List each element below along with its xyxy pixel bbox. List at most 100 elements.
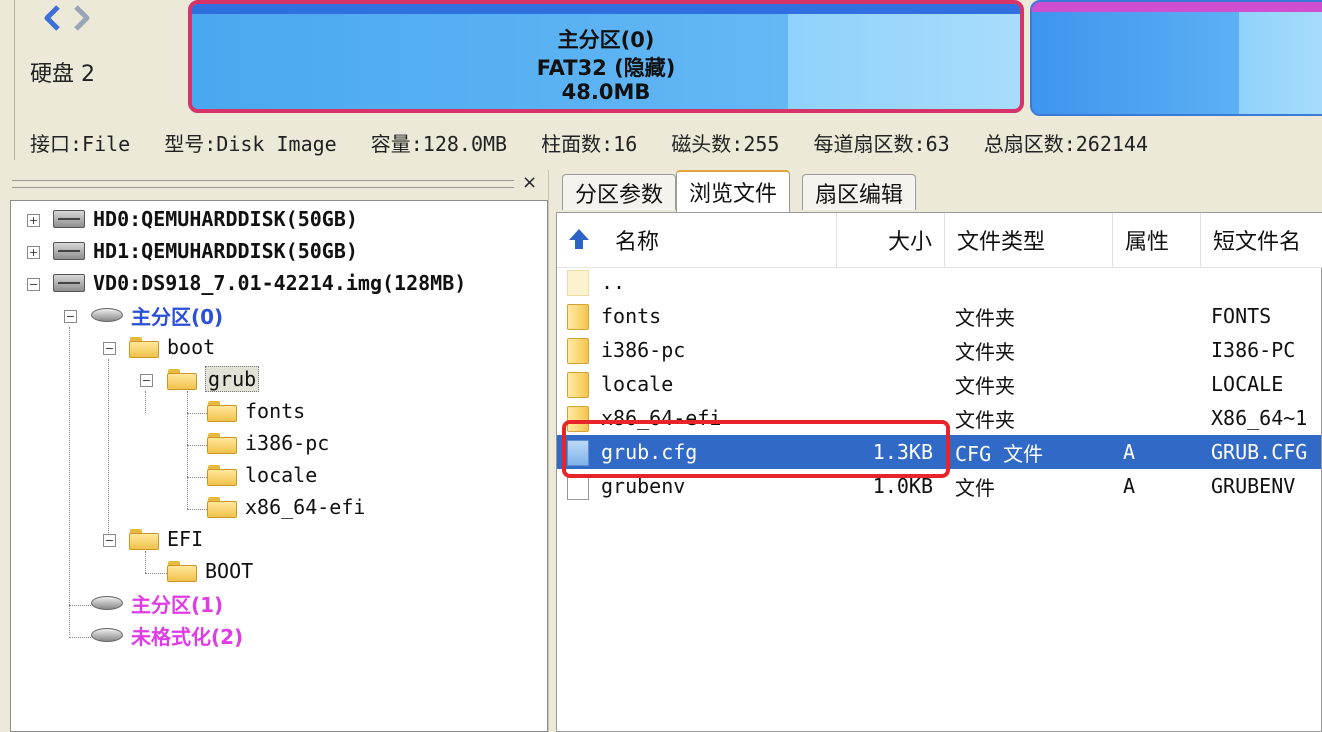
tree-item-partition-1[interactable]: 主分区(1)	[91, 588, 223, 618]
tree-item-label: locale	[245, 463, 318, 487]
tree-line	[108, 359, 109, 539]
file-attributes: A	[1123, 474, 1136, 498]
column-header-name[interactable]: 名称	[601, 213, 837, 267]
column-header-short-name[interactable]: 短文件名	[1201, 213, 1321, 267]
tab-bar: 分区参数 浏览文件 扇区编辑	[556, 168, 1322, 212]
tree-item-label: VD0:DS918_7.01-42214.img(128MB)	[93, 271, 467, 295]
partition-icon	[91, 596, 123, 610]
folder-icon	[167, 560, 197, 582]
partition-color-stripe	[192, 4, 1020, 14]
folder-icon	[207, 400, 237, 422]
collapse-toggle[interactable]: −	[27, 278, 40, 291]
disk-tree: + HD0:QEMUHARDDISK(50GB) + HD1:QEMUHARDD…	[10, 200, 548, 732]
tree-item-label: BOOT	[205, 559, 254, 583]
tab-sector-edit[interactable]: 扇区编辑	[802, 174, 917, 210]
file-row-fonts[interactable]: fonts 文件夹 FONTS	[557, 299, 1321, 333]
tree-item-efi[interactable]: EFI	[129, 524, 203, 554]
tree-item-x86-64-efi[interactable]: x86_64-efi	[207, 492, 365, 522]
tree-item-label: 主分区(0)	[131, 304, 224, 329]
disk-capacity: 容量:128.0MB	[370, 132, 508, 156]
tab-browse-files[interactable]: 浏览文件	[676, 170, 791, 212]
folder-icon	[567, 372, 589, 398]
column-header-type[interactable]: 文件类型	[945, 213, 1113, 267]
file-type: 文件夹	[955, 407, 1015, 432]
folder-icon	[207, 496, 237, 518]
file-type: 文件夹	[955, 339, 1015, 364]
pane-grip[interactable]	[12, 180, 514, 188]
tree-item-partition-0[interactable]: 主分区(0)	[91, 300, 223, 330]
folder-icon	[207, 432, 237, 454]
folder-icon	[207, 464, 237, 486]
tree-item-label: grub	[205, 366, 260, 392]
file-attributes: A	[1123, 440, 1136, 464]
tree-line	[145, 551, 146, 573]
disk-sectors-per-track: 每道扇区数:63	[813, 132, 950, 156]
file-row-locale[interactable]: locale 文件夹 LOCALE	[557, 367, 1321, 401]
tree-item-unformatted[interactable]: 未格式化(2)	[91, 620, 243, 650]
chevron-right-icon[interactable]	[72, 4, 92, 39]
file-short-name: GRUBENV	[1211, 474, 1296, 498]
tree-line	[69, 637, 91, 638]
tree-item-grub[interactable]: grub	[167, 364, 260, 394]
file-type: CFG 文件	[955, 441, 1044, 466]
folder-up-icon	[567, 270, 589, 296]
tree-line	[187, 477, 207, 478]
partition-color-stripe	[1032, 2, 1322, 12]
column-header-attributes[interactable]: 属性	[1113, 213, 1201, 267]
partition-block-next[interactable]	[1030, 0, 1322, 116]
up-arrow-icon[interactable]	[567, 227, 591, 251]
tree-item-hd1[interactable]: HD1:QEMUHARDDISK(50GB)	[53, 236, 358, 266]
partition-filesystem: FAT32 (隐藏)	[536, 56, 676, 80]
file-name: i386-pc	[601, 338, 686, 362]
file-type: 文件夹	[955, 373, 1015, 398]
tree-line	[187, 413, 207, 414]
file-short-name: FONTS	[1211, 304, 1272, 328]
file-name: ..	[601, 270, 626, 294]
folder-open-icon	[167, 368, 197, 390]
tree-line	[187, 509, 207, 510]
annotation-highlight-box	[562, 420, 950, 478]
tree-item-vd0[interactable]: VD0:DS918_7.01-42214.img(128MB)	[53, 268, 466, 298]
file-name: fonts	[601, 304, 662, 328]
tree-line	[145, 573, 167, 574]
column-header-size[interactable]: 大小	[837, 213, 945, 267]
hard-disk-icon	[53, 274, 85, 292]
expand-toggle[interactable]: +	[27, 246, 40, 259]
tab-partition-params[interactable]: 分区参数	[562, 174, 677, 210]
collapse-toggle[interactable]: −	[140, 374, 153, 387]
tree-item-label: HD1:QEMUHARDDISK(50GB)	[93, 239, 358, 263]
left-edge-border	[0, 0, 15, 160]
tree-item-label: x86_64-efi	[245, 495, 366, 519]
collapse-toggle[interactable]: −	[64, 310, 77, 323]
tree-line	[187, 391, 188, 509]
file-type: 文件夹	[955, 305, 1015, 330]
file-short-name: LOCALE	[1211, 372, 1284, 396]
tree-item-locale[interactable]: locale	[207, 460, 317, 490]
chevron-left-icon[interactable]	[42, 4, 62, 39]
file-short-name: GRUB.CFG	[1211, 440, 1308, 464]
tree-item-boot[interactable]: boot	[129, 332, 215, 362]
tree-item-fonts[interactable]: fonts	[207, 396, 305, 426]
partition-block-selected[interactable]: 主分区(0) FAT32 (隐藏) 48.0MB	[188, 0, 1024, 113]
tree-item-efi-boot[interactable]: BOOT	[167, 556, 253, 586]
tree-item-label: boot	[167, 335, 216, 359]
file-short-name: I386-PC	[1211, 338, 1296, 362]
file-row-i386-pc[interactable]: i386-pc 文件夹 I386-PC	[557, 333, 1321, 367]
tree-item-hd0[interactable]: HD0:QEMUHARDDISK(50GB)	[53, 204, 358, 234]
tree-line	[69, 605, 91, 606]
collapse-toggle[interactable]: −	[103, 342, 116, 355]
expand-toggle[interactable]: +	[27, 214, 40, 227]
folder-icon	[129, 528, 159, 550]
file-row-parent[interactable]: ..	[557, 265, 1321, 299]
tree-item-label: fonts	[245, 399, 306, 423]
close-icon[interactable]: ×	[522, 172, 537, 193]
collapse-toggle[interactable]: −	[103, 534, 116, 547]
tree-item-label: 未格式化(2)	[131, 624, 244, 649]
tree-item-i386-pc[interactable]: i386-pc	[207, 428, 329, 458]
disk-interface: 接口:File	[30, 132, 131, 156]
partition-size: 48.0MB	[561, 80, 651, 104]
file-short-name: X86_64~1	[1211, 406, 1308, 430]
tree-item-label: 主分区(1)	[131, 592, 224, 617]
file-list-header: 名称 大小 文件类型 属性 短文件名	[557, 213, 1322, 268]
tree-line	[187, 445, 207, 446]
